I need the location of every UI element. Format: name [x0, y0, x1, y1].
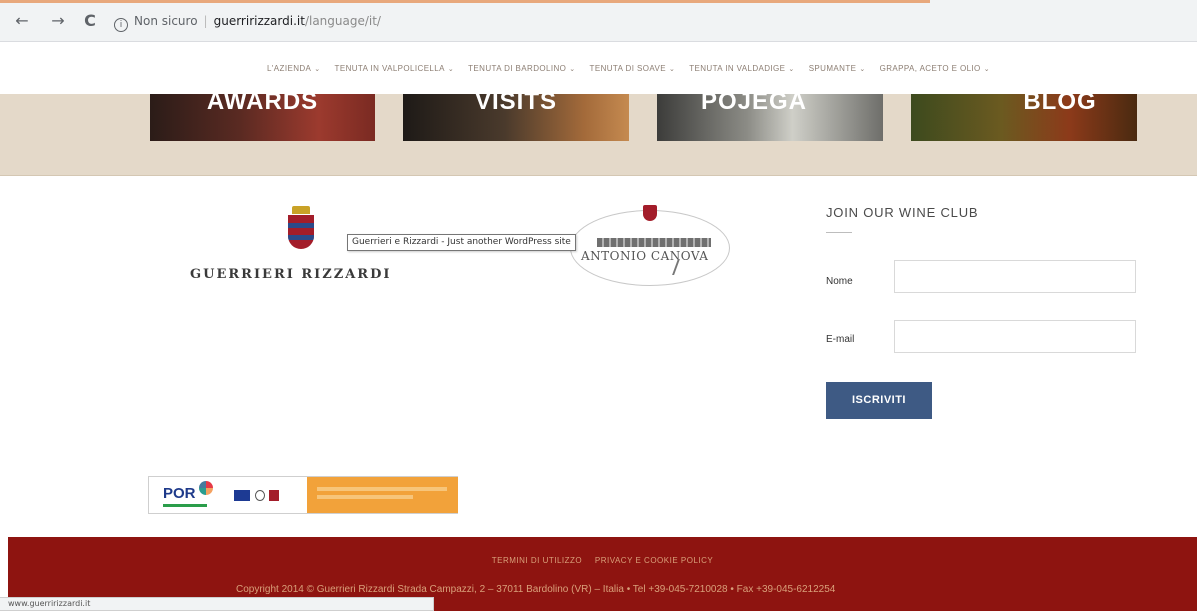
nav-item-grappa[interactable]: GRAPPA, ACETO E OLIO ⌄ [880, 64, 990, 73]
nav-item-label: GRAPPA, ACETO E OLIO [879, 63, 981, 73]
reload-icon[interactable]: C [80, 11, 100, 31]
url-path: /language/it/ [304, 14, 381, 28]
email-field[interactable] [894, 320, 1136, 353]
privacy-link[interactable]: PRIVACY E COOKIE POLICY [595, 556, 713, 565]
pojega-tile[interactable]: POJEGA [657, 94, 883, 141]
por-funding-banner[interactable]: POR [148, 476, 458, 514]
por-logo-text: POR [163, 485, 196, 502]
nav-item-label: TENUTA DI SOAVE [589, 63, 666, 73]
browser-toolbar: ← → C i Non sicuro | guerririzzardi.it/lang… [0, 0, 1197, 42]
nav-item-bardolino[interactable]: TENUTA DI BARDOLINO ⌄ [468, 64, 575, 73]
email-label: E-mail [826, 334, 855, 345]
shield-band [288, 235, 314, 240]
feature-banner: AWARDS VISITS POJEGA BLOG [0, 94, 1197, 176]
tooltip-artifact [597, 238, 711, 247]
chevron-down-icon: ⌄ [569, 65, 576, 73]
page-load-progress [0, 0, 930, 3]
chevron-down-icon: ⌄ [668, 65, 676, 73]
republic-emblem-icon [255, 490, 265, 501]
pojega-tile-label: POJEGA [700, 94, 808, 115]
awards-tile-label: AWARDS [206, 94, 319, 115]
main-navigation: L'AZIENDA ⌄ TENUTA IN VALPOLICELLA ⌄ TENUT… [0, 42, 1197, 94]
eu-flag-icon [234, 490, 250, 501]
chevron-down-icon: ⌄ [788, 65, 795, 73]
nav-item-valdadige[interactable]: TENUTA IN VALDADIGE ⌄ [689, 64, 794, 73]
copyright-text: Copyright 2014 © Guerrieri Rizzardi Stra… [236, 584, 836, 595]
visits-tile[interactable]: VISITS [403, 94, 629, 141]
por-info-panel [307, 477, 458, 513]
nav-item-label: TENUTA DI BARDOLINO [468, 63, 567, 73]
site-title-tooltip: Guerrieri e Rizzardi - Just another Word… [347, 234, 576, 251]
crest-icon [286, 206, 316, 250]
nav-item-valpolicella[interactable]: TENUTA IN VALPOLICELLA ⌄ [335, 64, 455, 73]
chevron-down-icon: ⌄ [447, 65, 455, 73]
address-bar[interactable]: i Non sicuro | guerririzzardi.it/language/i… [114, 9, 1189, 33]
status-url-bubble: www.guerririzzardi.it [0, 597, 434, 611]
por-info-line [317, 487, 447, 491]
footer-links: TERMINI DI UTILIZZO PRIVACY E COOKIE POL… [8, 556, 1197, 565]
por-underline [163, 504, 207, 507]
url-separator: | [203, 14, 208, 28]
shield-shape [288, 215, 314, 249]
nav-item-spumante[interactable]: SPUMANTE ⌄ [809, 64, 866, 73]
blog-tile[interactable]: BLOG [911, 94, 1137, 141]
forward-icon[interactable]: → [48, 11, 68, 31]
region-emblem-icon [269, 490, 279, 501]
nav-item-soave[interactable]: TENUTA DI SOAVE ⌄ [590, 64, 676, 73]
wine-club-form: JOIN OUR WINE CLUB Nome E-mail ISCRIVITI [826, 205, 1146, 419]
antonio-canova-logo[interactable]: ANTONIO CANOVA [570, 205, 730, 286]
nav-item-label: SPUMANTE [808, 63, 857, 73]
title-divider [826, 232, 852, 233]
back-icon[interactable]: ← [12, 11, 32, 31]
chevron-down-icon: ⌄ [314, 65, 321, 73]
awards-tile[interactable]: AWARDS [150, 94, 375, 141]
name-label: Nome [826, 276, 853, 287]
nav-item-azienda[interactable]: L'AZIENDA ⌄ [267, 64, 321, 73]
shield-band [288, 223, 314, 228]
info-icon[interactable]: i [114, 18, 128, 32]
por-info-line [317, 495, 413, 499]
wine-club-title: JOIN OUR WINE CLUB [826, 205, 979, 220]
nav-item-label: TENUTA IN VALPOLICELLA [334, 63, 445, 73]
brand-name: GUERRIERI RIZZARDI [190, 267, 392, 282]
nav-item-label: TENUTA IN VALDADIGE [689, 63, 786, 73]
por-swirl-icon [199, 481, 213, 495]
url-domain: guerririzzardi.it [213, 14, 305, 28]
terms-link[interactable]: TERMINI DI UTILIZZO [492, 556, 582, 565]
subscribe-button[interactable]: ISCRIVITI [826, 382, 932, 419]
chevron-down-icon: ⌄ [983, 65, 990, 73]
name-field[interactable] [894, 260, 1136, 293]
canova-emblem-icon [643, 205, 657, 221]
blog-tile-label: BLOG [1023, 94, 1097, 115]
chevron-down-icon: ⌄ [859, 65, 866, 73]
visits-tile-label: VISITS [474, 94, 558, 115]
insecure-label: Non sicuro [134, 14, 198, 28]
crown-shape [292, 206, 310, 214]
nav-item-label: L'AZIENDA [267, 63, 312, 73]
